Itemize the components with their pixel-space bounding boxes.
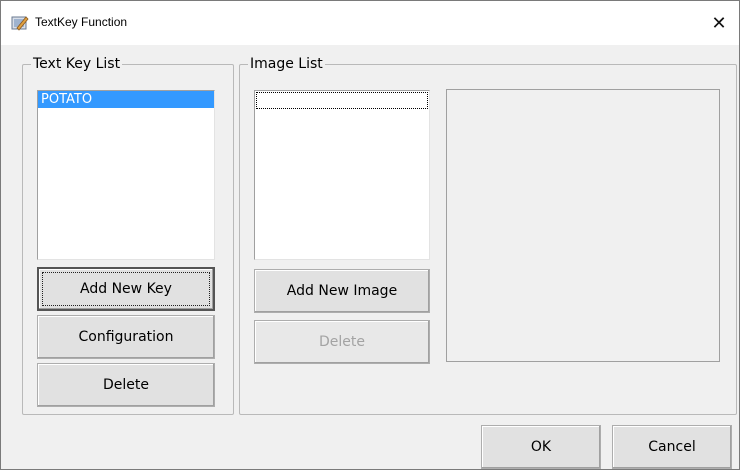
ok-button[interactable]: OK xyxy=(481,425,601,469)
add-new-image-label: Add New Image xyxy=(286,283,398,299)
window-title: TextKey Function xyxy=(35,15,128,29)
image-list-legend: Image List xyxy=(250,56,323,72)
title-bar: TextKey Function ✕ xyxy=(1,1,739,45)
delete-image-button[interactable]: Delete xyxy=(254,320,430,364)
close-icon: ✕ xyxy=(711,12,727,34)
configuration-button[interactable]: Configuration xyxy=(37,315,215,359)
text-key-list-legend: Text Key List xyxy=(33,56,121,72)
image-listbox[interactable] xyxy=(254,90,430,260)
configuration-label: Configuration xyxy=(78,329,174,345)
delete-key-label: Delete xyxy=(103,377,149,393)
image-preview xyxy=(446,89,720,362)
add-new-key-button[interactable]: Add New Key xyxy=(37,267,215,311)
dialog-window: TextKey Function ✕ Text Key List POTATO … xyxy=(0,0,740,470)
delete-image-label: Delete xyxy=(319,334,365,350)
app-icon xyxy=(11,14,29,32)
text-key-listbox[interactable]: POTATO xyxy=(37,90,215,260)
delete-key-button[interactable]: Delete xyxy=(37,363,215,407)
ok-label: OK xyxy=(530,439,552,455)
focus-ring xyxy=(42,272,210,306)
cancel-label: Cancel xyxy=(648,439,696,455)
list-item-focus[interactable] xyxy=(256,92,428,109)
cancel-button[interactable]: Cancel xyxy=(612,425,732,469)
add-new-image-button[interactable]: Add New Image xyxy=(254,269,430,313)
close-button[interactable]: ✕ xyxy=(699,1,739,45)
list-item[interactable]: POTATO xyxy=(38,91,214,108)
